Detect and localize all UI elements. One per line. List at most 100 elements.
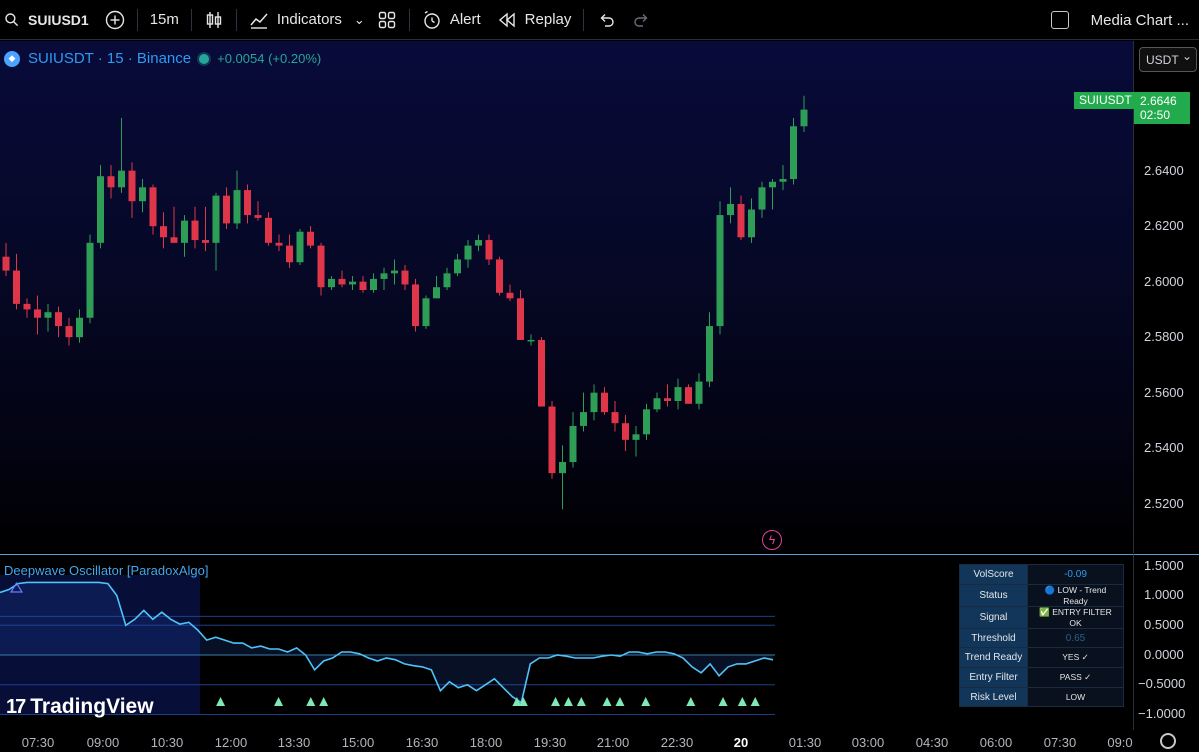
alert-icon <box>424 10 440 29</box>
signal-marker <box>737 697 747 706</box>
candle-down <box>485 240 493 260</box>
market-status-dot[interactable] <box>199 53 210 64</box>
time-axis[interactable]: 07:30 09:00 10:30 12:00 13:30 15:00 16:3… <box>0 730 1199 752</box>
symbol-name: SUIUSD1 <box>28 11 89 28</box>
time-label: 18:00 <box>469 735 503 750</box>
table-row: VolScore -0.09 <box>959 564 1124 585</box>
candle-up <box>790 126 797 179</box>
candle-up <box>779 179 787 182</box>
legend-symbol[interactable]: SUIUSDT · 15 · Binance <box>28 50 191 67</box>
time-label: 07:30 <box>21 735 55 750</box>
signal-marker <box>576 697 586 706</box>
alert-button[interactable]: Alert <box>414 0 489 40</box>
candle-up <box>454 259 461 274</box>
price-chart[interactable]: ◆ SUIUSDT · 15 · Binance +0.0054 (+0.20%… <box>0 41 1133 553</box>
time-label: 22:30 <box>660 735 694 750</box>
signal-marker <box>615 697 625 706</box>
candle-down <box>65 326 73 338</box>
candle-up <box>727 203 734 216</box>
candle-down <box>223 195 230 224</box>
candle-down <box>401 270 409 285</box>
time-label: 03:00 <box>851 735 885 750</box>
table-value: PASS ✓ <box>1027 667 1124 688</box>
redo-button[interactable] <box>624 0 660 40</box>
time-label: 12:00 <box>214 735 248 750</box>
table-row: Entry Filter PASS ✓ <box>959 667 1124 688</box>
candle-up <box>590 392 598 413</box>
candle-down <box>191 220 199 241</box>
candle-up <box>370 278 377 290</box>
table-key: Threshold <box>959 627 1028 649</box>
candle-up <box>800 109 808 127</box>
indicator-title[interactable]: Deepwave Oscillator [ParadoxAlgo] <box>4 563 209 578</box>
price-tick: 2.6400 <box>1144 163 1184 178</box>
candle-up <box>139 187 146 202</box>
table-value: 0.65 <box>1027 627 1124 649</box>
indicators-dropdown[interactable]: ⌄ <box>350 0 369 40</box>
candle-down <box>107 176 115 188</box>
candle-down <box>202 240 209 243</box>
candle-up <box>559 462 566 474</box>
candle-up <box>443 273 451 288</box>
candle-up <box>758 187 766 210</box>
oscillator-pane[interactable]: Deepwave Oscillator [ParadoxAlgo] VolSco… <box>0 554 1133 730</box>
signal-marker <box>602 697 612 706</box>
interval-button[interactable]: 15m <box>142 0 187 40</box>
candle-down <box>55 312 62 327</box>
oscillator-axis[interactable]: 1.5000 1.0000 0.5000 0.0000 −0.5000 −1.0… <box>1133 554 1199 730</box>
table-value: YES ✓ <box>1027 647 1124 669</box>
symbol-search-button[interactable]: SUIUSD1 <box>0 0 97 40</box>
time-label-day: 20 <box>733 735 749 750</box>
candle-up <box>674 387 682 401</box>
checkbox-icon[interactable] <box>1050 11 1069 29</box>
coin-icon: ◆ <box>4 50 20 67</box>
toolbar-divider <box>136 8 138 31</box>
price-tick: 2.5200 <box>1144 496 1184 511</box>
candle-up <box>97 176 104 243</box>
time-label: 15:00 <box>341 735 375 750</box>
chart-type-button[interactable] <box>196 0 232 40</box>
candle-up <box>769 181 776 188</box>
price-tick: 2.6200 <box>1144 218 1184 233</box>
osc-tick: 1.0000 <box>1144 587 1184 602</box>
undo-button[interactable] <box>588 0 624 40</box>
lightning-icon[interactable]: ϟ <box>762 530 782 550</box>
replay-button[interactable]: Replay <box>489 0 580 40</box>
tradingview-logo[interactable]: 17 TradingView <box>6 695 154 719</box>
table-key: Status <box>959 583 1028 607</box>
indicators-button[interactable]: Indicators <box>241 0 350 40</box>
osc-tick: −0.5000 <box>1138 676 1186 691</box>
candle-up <box>328 278 335 288</box>
layout-name[interactable]: Media Chart ... <box>1091 12 1189 29</box>
gear-icon[interactable] <box>1160 733 1176 749</box>
signal-marker <box>686 697 696 706</box>
osc-tick: −1.0000 <box>1138 706 1186 721</box>
candle-up <box>380 273 388 279</box>
currency-select[interactable]: USDT <box>1139 47 1197 72</box>
candle-down <box>275 242 283 246</box>
signal-marker <box>551 697 561 706</box>
table-row: Signal ✅ ENTRY FILTER OK <box>959 605 1124 629</box>
redo-icon <box>634 13 648 27</box>
templates-button[interactable] <box>369 0 405 40</box>
time-label: 06:00 <box>979 735 1013 750</box>
candle-up <box>706 326 713 382</box>
add-symbol-icon <box>105 10 124 29</box>
top-toolbar: SUIUSD1 15m Indicators ⌄ Alert Replay Me… <box>0 0 1199 40</box>
search-icon <box>5 12 19 26</box>
candle-up <box>212 195 220 243</box>
compare-symbol-button[interactable] <box>97 0 133 40</box>
candle-down <box>149 187 157 227</box>
symbol-price-tag: SUIUSDT <box>1074 92 1137 109</box>
candle-down <box>538 339 545 407</box>
price-tick: 2.5600 <box>1144 385 1184 400</box>
candle-down <box>254 215 262 218</box>
toolbar-divider <box>235 8 237 31</box>
time-label: 01:30 <box>788 735 822 750</box>
time-label: 19:30 <box>533 735 567 750</box>
candle-down <box>338 278 346 285</box>
toolbar-divider <box>583 8 585 31</box>
tradingview-wordmark: TradingView <box>30 695 154 718</box>
table-key: Entry Filter <box>959 667 1028 688</box>
time-label: 09:0 <box>1107 735 1133 750</box>
